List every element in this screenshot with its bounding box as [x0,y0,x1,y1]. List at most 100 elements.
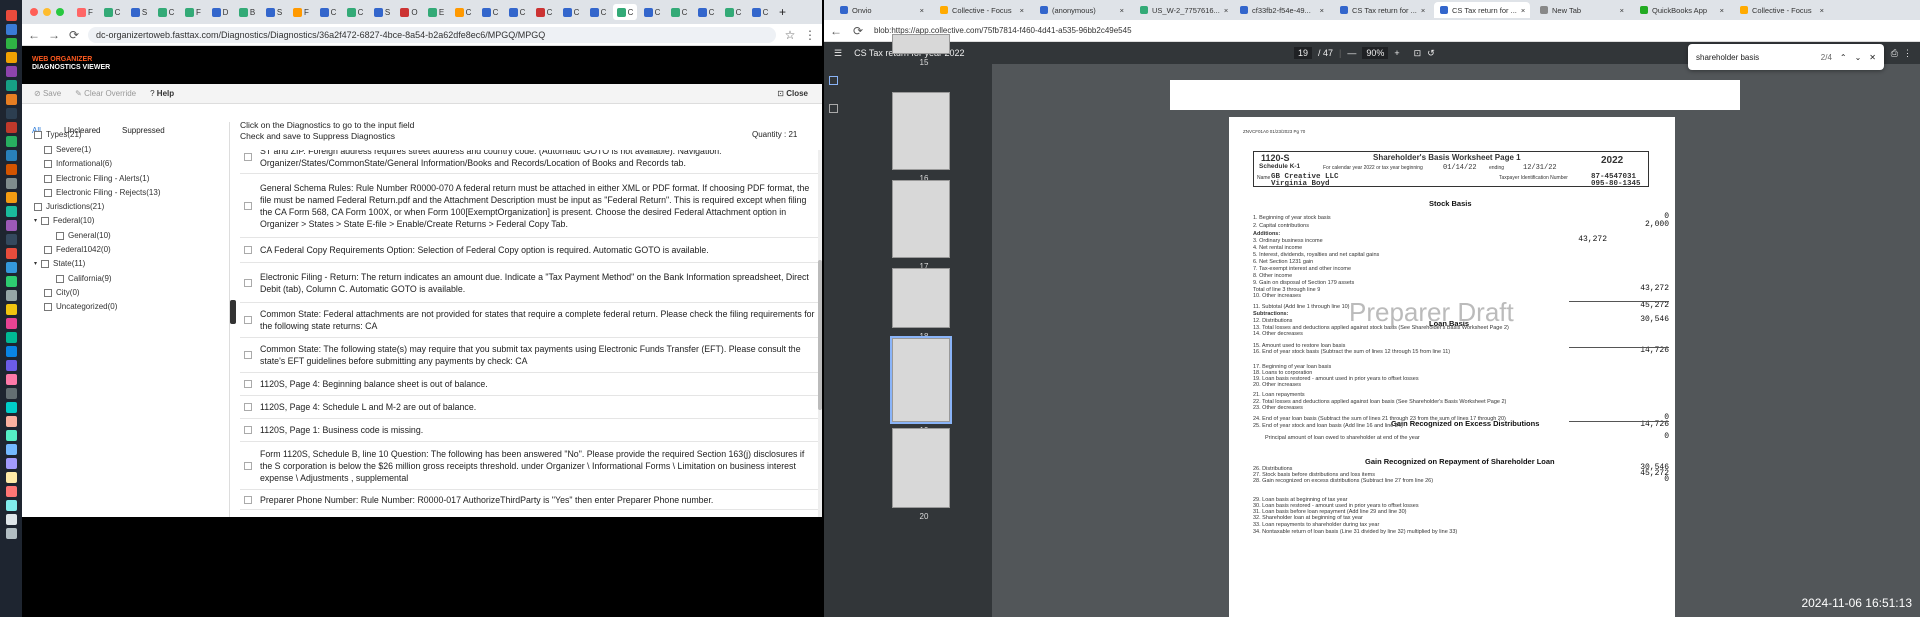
help-button[interactable]: ? Help [150,89,174,98]
dock-app-icon[interactable] [6,108,17,119]
tree-item[interactable]: California(9) [56,274,112,283]
list-scrollbar[interactable] [818,150,822,517]
dock-app-icon[interactable] [6,290,17,301]
page-thumbnail[interactable] [890,336,952,424]
scrollbar-thumb[interactable] [818,260,822,410]
browser-tab[interactable]: (anonymous) × [1034,2,1130,18]
browser-tab[interactable]: C [613,4,637,20]
tab-close-icon[interactable]: × [920,6,924,15]
dock-app-icon[interactable] [6,430,17,441]
panel-collapse-handle[interactable] [230,300,236,324]
back-icon[interactable]: ← [28,28,40,42]
browser-tab[interactable]: C [586,4,610,20]
dock-app-icon[interactable] [6,360,17,371]
suppress-checkbox[interactable] [244,426,252,434]
browser-tab[interactable]: S [127,4,151,20]
browser-tab[interactable]: C [694,4,718,20]
tree-item[interactable]: Severe(1) [44,145,91,154]
page-thumbnail[interactable] [892,180,950,258]
dock-app-icon[interactable] [6,38,17,49]
tree-checkbox[interactable] [44,145,52,154]
tree-checkbox[interactable] [41,216,50,225]
dock-app-icon[interactable] [6,472,17,483]
suppress-checkbox[interactable] [244,201,252,210]
browser-tab[interactable]: C [478,4,502,20]
dock-app-icon[interactable] [6,374,17,385]
dock-app-icon[interactable] [6,66,17,77]
diagnostic-text[interactable]: Electronic Filing - Return: The return i… [260,271,818,295]
find-input[interactable]: shareholder basis [1696,53,1813,62]
fit-page-icon[interactable]: ⊡ [1414,48,1422,59]
browser-tab[interactable]: Collective - Focus × [934,2,1030,18]
browser-tab[interactable]: cf33fb2-f54e-49... × [1234,2,1330,18]
browser-tab[interactable]: C [532,4,556,20]
browser-tab[interactable]: E [424,4,448,20]
dock-app-icon[interactable] [6,276,17,287]
tree-item[interactable]: Federal1042(0) [44,245,111,254]
tree-checkbox[interactable] [56,274,64,283]
tab-close-icon[interactable]: × [1620,6,1624,15]
dock-app-icon[interactable] [6,10,17,21]
diagnostic-text[interactable]: General Schema Rules: Rule Number R0000-… [260,182,818,230]
tree-checkbox[interactable] [44,159,52,168]
url-field[interactable]: dc-organizertoweb.fasttax.com/Diagnostic… [88,26,776,43]
tab-close-icon[interactable]: × [1421,6,1425,15]
tree-item[interactable]: ▾ State(11) [34,259,85,268]
browser-tab[interactable]: C [640,4,664,20]
diagnostic-row[interactable]: Preparer Phone Number: Rule Number: R000… [240,490,818,510]
browser-tab[interactable]: C [721,4,745,20]
zoom-out-icon[interactable]: — [1347,48,1356,58]
reload-icon[interactable]: ⟳ [852,24,864,38]
browser-tab[interactable]: C [343,4,367,20]
maximize-window-icon[interactable] [56,8,64,16]
menu-kebab-icon[interactable]: ⋮ [804,28,816,42]
browser-tab[interactable]: US_W-2_7757616... × [1134,2,1230,18]
suppress-checkbox[interactable] [244,152,252,161]
back-icon[interactable]: ← [830,24,842,38]
browser-tab[interactable]: Onvio × [834,2,930,18]
browser-tab[interactable]: O [397,4,421,20]
diagnostic-text[interactable]: Common State: The following state(s) may… [260,343,818,367]
zoom-in-icon[interactable]: + [1394,48,1399,58]
tree-item[interactable]: Electronic Filing - Alerts(1) [44,174,149,183]
zoom-level[interactable]: 90% [1362,47,1389,59]
dock-app-icon[interactable] [6,234,17,245]
dock-app-icon[interactable] [6,122,17,133]
save-button[interactable]: ⊘ Save [34,89,61,98]
browser-tab[interactable]: S [370,4,394,20]
tree-checkbox[interactable] [34,130,42,139]
dock-app-icon[interactable] [6,80,17,91]
dock-app-icon[interactable] [6,514,17,525]
suppress-checkbox[interactable] [244,380,252,388]
suppress-checkbox[interactable] [244,278,252,287]
dock-app-icon[interactable] [6,248,17,259]
page-number-input[interactable]: 19 [1294,47,1313,59]
dock-app-icon[interactable] [6,402,17,413]
diagnostic-row[interactable]: ST and ZIP. Foreign address requires str… [240,150,818,174]
diagnostic-row[interactable]: Electronic Filing - Return: The return i… [240,263,818,303]
diagnostic-text[interactable]: Preparer Phone Number: Rule Number: R000… [260,494,713,506]
dock-app-icon[interactable] [6,318,17,329]
tab-close-icon[interactable]: × [1521,6,1525,15]
page-thumbnail[interactable] [892,428,950,508]
tab-close-icon[interactable]: × [1020,6,1024,15]
browser-tab[interactable]: C [100,4,124,20]
tree-item[interactable]: Types(21) [34,130,82,139]
dock-app-icon[interactable] [6,52,17,63]
diagnostic-text[interactable]: 1120S, Page 1: Business code is missing. [260,424,423,436]
tree-item[interactable]: Informational(6) [44,159,112,168]
browser-tab[interactable]: F [289,4,313,20]
diagnostic-row[interactable]: Common State: The following state(s) may… [240,338,818,373]
dock-app-icon[interactable] [6,94,17,105]
browser-tab[interactable]: F [73,4,97,20]
diagnostic-row[interactable]: 1120S, Page 4: Schedule L and M-2 are ou… [240,396,818,419]
tree-checkbox[interactable] [56,231,64,240]
suppress-checkbox[interactable] [244,461,252,470]
tree-checkbox[interactable] [44,188,52,197]
diagnostic-row[interactable]: 1120S, Page 1: Business code is missing. [240,419,818,442]
tree-item[interactable]: General(10) [56,231,111,240]
clear-override-button[interactable]: ✎ Clear Override [75,89,136,98]
suppress-checkbox[interactable] [244,316,252,324]
page-thumbnail[interactable] [892,268,950,328]
dock-app-icon[interactable] [6,458,17,469]
